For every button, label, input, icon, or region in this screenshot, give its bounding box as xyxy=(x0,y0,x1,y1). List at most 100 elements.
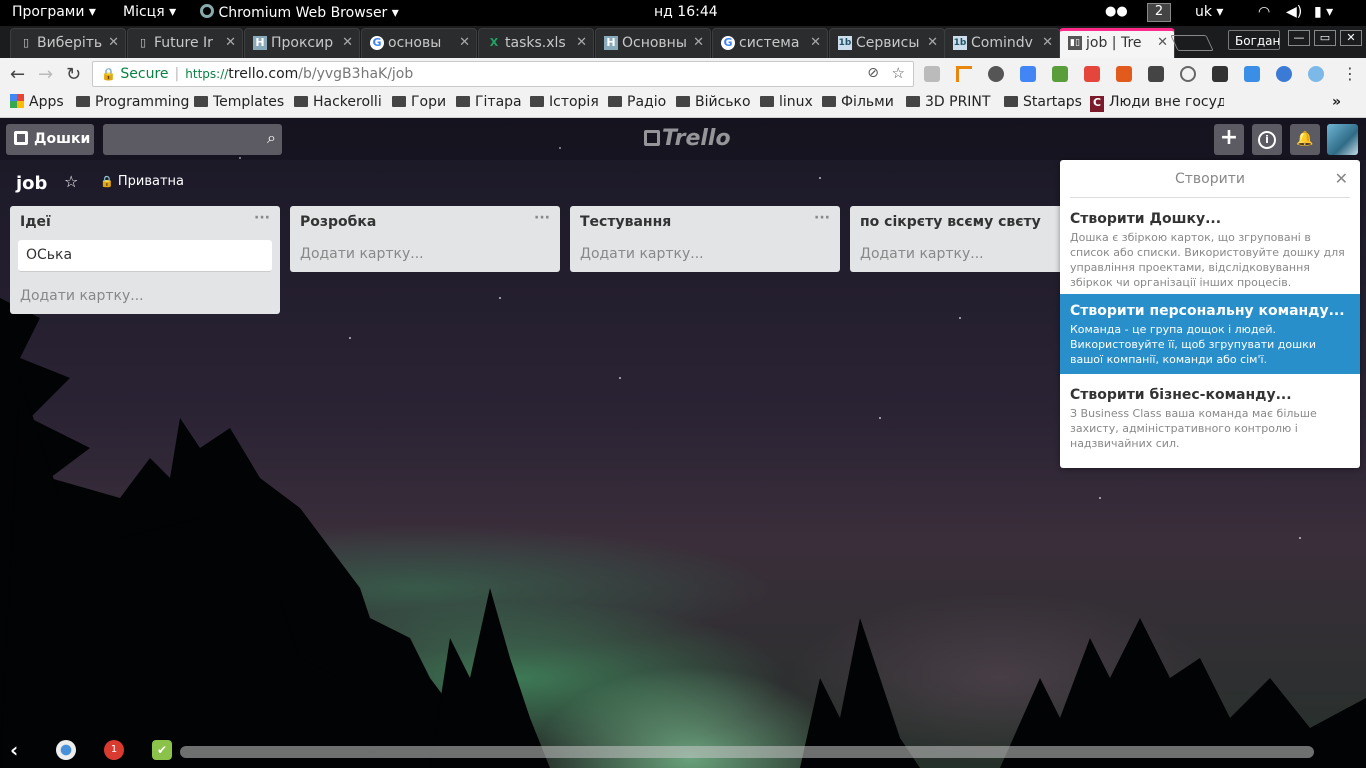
list-title[interactable]: по сікрєту всєму свєту xyxy=(850,206,1060,238)
create-board-option[interactable]: Створити Дошку... Дошка є збіркою карток… xyxy=(1060,198,1360,294)
board-title[interactable]: job xyxy=(16,173,47,194)
browser-tab[interactable]: Gсистема ✕ xyxy=(712,28,828,58)
menu-icon[interactable]: ⋮ xyxy=(1342,64,1358,83)
notification-badge[interactable]: 1 xyxy=(104,740,124,760)
close-icon[interactable]: ✕ xyxy=(223,35,236,50)
translate-icon[interactable] xyxy=(1020,66,1036,82)
bookmark-folder[interactable]: Військо xyxy=(676,94,751,110)
extension-icon[interactable] xyxy=(1052,66,1068,82)
list-menu-icon[interactable]: ··· xyxy=(254,210,270,226)
bookmark-folder[interactable]: Programming xyxy=(76,94,189,110)
extension-icon[interactable] xyxy=(1148,66,1164,82)
profile-button[interactable]: Богдан xyxy=(1228,30,1280,50)
more-bookmarks-icon[interactable]: » xyxy=(1332,94,1341,110)
list-title[interactable]: Розробка xyxy=(290,206,560,238)
avatar[interactable] xyxy=(1327,124,1358,155)
list-title[interactable]: Ідеї xyxy=(10,206,280,238)
reload-button[interactable]: ↻ xyxy=(66,64,81,85)
visibility-button[interactable]: 🔒 Приватна xyxy=(100,174,184,189)
bookmark-folder[interactable]: Гітара xyxy=(456,94,522,110)
chromium-icon[interactable] xyxy=(56,740,76,760)
maximize-button[interactable]: ▭ xyxy=(1314,30,1336,46)
browser-tab[interactable]: Gосновы ✕ xyxy=(361,28,477,58)
bookmark-folder[interactable]: Templates xyxy=(194,94,284,110)
close-window-button[interactable]: ✕ xyxy=(1340,30,1362,46)
programs-menu[interactable]: Програми ▾ xyxy=(12,4,96,20)
chevron-left-icon[interactable]: ‹ xyxy=(10,738,18,762)
close-icon[interactable]: ✕ xyxy=(340,35,353,50)
list-menu-icon[interactable]: ··· xyxy=(814,210,830,226)
people-icon[interactable]: ●● xyxy=(1105,4,1128,19)
list-title[interactable]: Тестування xyxy=(570,206,840,238)
bookmark-link[interactable]: C Люди вне госуда xyxy=(1090,94,1224,112)
bookmark-folder[interactable]: Гори xyxy=(392,94,446,110)
search-input[interactable]: ⌕ xyxy=(103,124,282,155)
bookmark-folder[interactable]: Startaps xyxy=(1004,94,1082,110)
extension-icon[interactable] xyxy=(1308,66,1324,82)
star-icon[interactable]: ☆ xyxy=(892,64,905,82)
back-button[interactable]: ← xyxy=(10,64,25,85)
active-app-menu[interactable]: Chromium Web Browser ▾ xyxy=(200,4,399,21)
add-card-button[interactable]: Додати картку... xyxy=(850,238,1060,272)
extension-icon[interactable] xyxy=(988,66,1004,82)
close-icon[interactable]: ✕ xyxy=(1155,35,1168,50)
browser-tab-active[interactable]: ▮▯ job | Tre ✕ xyxy=(1059,28,1175,58)
close-icon[interactable]: ✕ xyxy=(808,35,821,50)
check-icon[interactable]: ✔ xyxy=(152,740,172,760)
browser-tab[interactable]: H Проксир ✕ xyxy=(244,28,360,58)
extension-icon[interactable] xyxy=(1244,66,1260,82)
close-icon[interactable]: ✕ xyxy=(925,35,938,50)
keyboard-layout[interactable]: uk ▾ xyxy=(1195,4,1223,20)
bookmark-folder[interactable]: Hackerolli xyxy=(294,94,382,110)
close-icon[interactable]: ✕ xyxy=(574,35,587,50)
close-icon[interactable]: ✕ xyxy=(457,35,470,50)
close-icon[interactable]: ✕ xyxy=(1040,35,1053,50)
bookmark-folder[interactable]: Радіо xyxy=(608,94,666,110)
horizontal-scrollbar[interactable] xyxy=(180,746,1314,758)
blocked-popup-icon[interactable]: ⊘ xyxy=(867,65,879,81)
forward-button[interactable]: → xyxy=(38,64,53,85)
add-card-button[interactable]: Додати картку... xyxy=(570,238,840,272)
extension-icon[interactable] xyxy=(1276,66,1292,82)
browser-tab[interactable]: ▯ Future Ir ✕ xyxy=(127,28,243,58)
browser-tab[interactable]: 1b Comindv ✕ xyxy=(944,28,1060,58)
browser-tab[interactable]: Xtasks.xls ✕ xyxy=(478,28,594,58)
volume-icon[interactable]: ◀) xyxy=(1286,4,1302,20)
add-card-button[interactable]: Додати картку... xyxy=(290,238,560,272)
bookmark-folder[interactable]: Історія xyxy=(530,94,599,110)
star-board-icon[interactable]: ☆ xyxy=(64,172,78,191)
trello-logo[interactable]: Trello xyxy=(644,126,731,151)
create-button[interactable]: + xyxy=(1214,124,1244,155)
close-icon[interactable]: ✕ xyxy=(1335,169,1348,188)
browser-tab[interactable]: H Основны ✕ xyxy=(595,28,711,58)
clock[interactable]: нд 16:44 xyxy=(654,4,718,20)
address-bar[interactable]: 🔒 Secure | https://trello.com/b/yvgB3haK/j… xyxy=(92,61,914,87)
extension-icon[interactable] xyxy=(1084,66,1100,82)
office-icon[interactable] xyxy=(1116,66,1132,82)
extension-icon[interactable] xyxy=(924,66,940,82)
battery-icon[interactable]: ▮ ▾ xyxy=(1314,4,1333,20)
extension-icon[interactable] xyxy=(1212,66,1228,82)
browser-tab[interactable]: ▯ Виберіть ✕ xyxy=(10,28,126,58)
create-personal-team-option[interactable]: Створити персональну команду... Команда … xyxy=(1060,294,1360,374)
bookmark-folder[interactable]: Фільми xyxy=(822,94,894,110)
info-button[interactable]: i xyxy=(1252,124,1282,155)
card[interactable]: ОСька xyxy=(18,240,272,272)
create-business-team-option[interactable]: Створити бізнес-команду... З Business Cl… xyxy=(1060,374,1360,468)
list-menu-icon[interactable]: ··· xyxy=(534,210,550,226)
close-icon[interactable]: ✕ xyxy=(691,35,704,50)
bookmark-folder[interactable]: linux xyxy=(760,94,813,110)
minimize-button[interactable]: — xyxy=(1288,30,1310,46)
new-tab-button[interactable] xyxy=(1170,35,1214,51)
wifi-icon[interactable]: ◠ xyxy=(1258,4,1270,20)
extension-icon[interactable] xyxy=(956,66,972,82)
browser-tab[interactable]: 1b Сервисы ✕ xyxy=(829,28,945,58)
history-icon[interactable] xyxy=(1180,66,1196,82)
places-menu[interactable]: Місця ▾ xyxy=(123,4,176,20)
add-card-button[interactable]: Додати картку... xyxy=(10,280,280,314)
bookmark-folder[interactable]: 3D PRINT xyxy=(906,94,990,110)
bookmark-apps[interactable]: Apps xyxy=(10,94,64,110)
close-icon[interactable]: ✕ xyxy=(106,35,119,50)
notifications-button[interactable]: 🔔 xyxy=(1290,124,1320,155)
boards-button[interactable]: Дошки xyxy=(6,124,94,155)
